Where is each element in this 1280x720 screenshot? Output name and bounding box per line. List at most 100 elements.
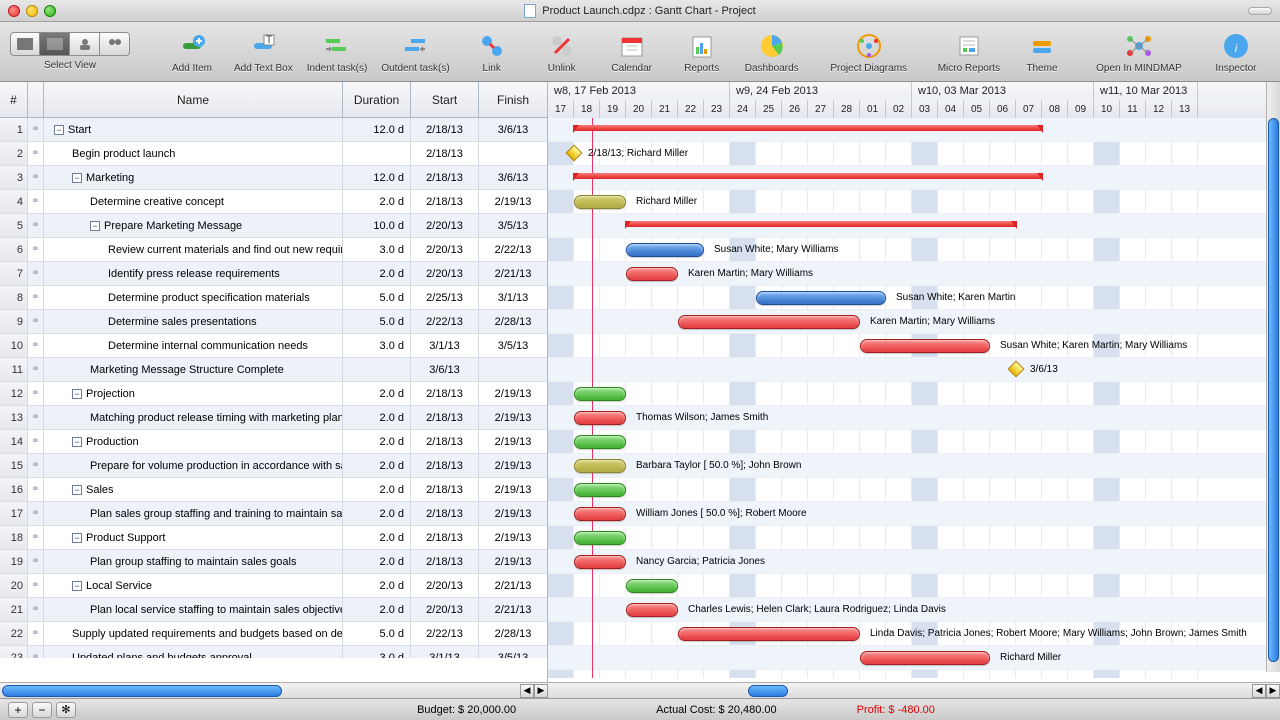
task-name-cell[interactable]: −Product Support bbox=[44, 526, 343, 549]
table-row[interactable]: 1⚭−Start12.0 d2/18/133/6/13 bbox=[0, 118, 547, 142]
start-cell[interactable]: 2/20/13 bbox=[411, 598, 479, 621]
collapse-icon[interactable]: − bbox=[72, 437, 82, 447]
finish-cell[interactable]: 3/1/13 bbox=[479, 286, 547, 309]
table-row[interactable]: 9⚭Determine sales presentations5.0 d2/22… bbox=[0, 310, 547, 334]
task-name-cell[interactable]: −Marketing bbox=[44, 166, 343, 189]
table-row[interactable]: 3⚭−Marketing12.0 d2/18/133/6/13 bbox=[0, 166, 547, 190]
duration-cell[interactable]: 2.0 d bbox=[343, 406, 411, 429]
finish-cell[interactable]: 2/19/13 bbox=[479, 454, 547, 477]
task-name-cell[interactable]: Plan local service staffing to maintain … bbox=[44, 598, 343, 621]
gantt-bar[interactable] bbox=[626, 579, 678, 593]
task-name-cell[interactable]: −Projection bbox=[44, 382, 343, 405]
col-header-finish[interactable]: Finish bbox=[479, 82, 547, 117]
task-name-cell[interactable]: Begin product launch bbox=[44, 142, 343, 165]
duration-cell[interactable]: 2.0 d bbox=[343, 502, 411, 525]
duration-cell[interactable]: 2.0 d bbox=[343, 454, 411, 477]
gantt-bar[interactable] bbox=[574, 435, 626, 449]
toolbar-theme[interactable]: Theme bbox=[1014, 29, 1070, 74]
gantt-bar[interactable] bbox=[574, 507, 626, 521]
gantt-chart[interactable]: w8, 17 Feb 2013w9, 24 Feb 2013w10, 03 Ma… bbox=[548, 82, 1280, 682]
start-cell[interactable]: 2/22/13 bbox=[411, 622, 479, 645]
task-name-cell[interactable]: Supply updated requirements and budgets … bbox=[44, 622, 343, 645]
task-name-cell[interactable]: Determine sales presentations bbox=[44, 310, 343, 333]
view-resource-button[interactable] bbox=[70, 32, 100, 56]
table-row[interactable]: 2⚭Begin product launch2/18/13 bbox=[0, 142, 547, 166]
start-cell[interactable]: 2/18/13 bbox=[411, 166, 479, 189]
duration-cell[interactable]: 10.0 d bbox=[343, 214, 411, 237]
collapse-icon[interactable]: − bbox=[72, 485, 82, 495]
toolbar-add-text-box[interactable]: TAdd Text Box bbox=[234, 29, 293, 74]
start-cell[interactable]: 2/20/13 bbox=[411, 214, 479, 237]
finish-cell[interactable]: 2/19/13 bbox=[479, 382, 547, 405]
gantt-bar[interactable] bbox=[756, 291, 886, 305]
table-row[interactable]: 19⚭Plan group staffing to maintain sales… bbox=[0, 550, 547, 574]
start-cell[interactable]: 2/18/13 bbox=[411, 526, 479, 549]
collapse-icon[interactable]: − bbox=[54, 125, 64, 135]
gantt-bar[interactable] bbox=[860, 651, 990, 665]
duration-cell[interactable]: 3.0 d bbox=[343, 646, 411, 658]
gantt-bar[interactable] bbox=[574, 195, 626, 209]
finish-cell[interactable]: 2/28/13 bbox=[479, 622, 547, 645]
table-row[interactable]: 12⚭−Projection2.0 d2/18/132/19/13 bbox=[0, 382, 547, 406]
duration-cell[interactable]: 12.0 d bbox=[343, 118, 411, 141]
col-header-link[interactable] bbox=[28, 82, 44, 117]
duration-cell[interactable]: 5.0 d bbox=[343, 310, 411, 333]
view-gantt-button[interactable] bbox=[40, 32, 70, 56]
task-name-cell[interactable]: Determine creative concept bbox=[44, 190, 343, 213]
col-header-duration[interactable]: Duration bbox=[343, 82, 411, 117]
start-cell[interactable]: 3/1/13 bbox=[411, 334, 479, 357]
duration-cell[interactable]: 5.0 d bbox=[343, 286, 411, 309]
gantt-bar[interactable] bbox=[626, 267, 678, 281]
finish-cell[interactable]: 3/6/13 bbox=[479, 118, 547, 141]
finish-cell[interactable]: 3/5/13 bbox=[479, 214, 547, 237]
finish-cell[interactable] bbox=[479, 358, 547, 381]
finish-cell[interactable]: 3/5/13 bbox=[479, 334, 547, 357]
finish-cell[interactable]: 2/21/13 bbox=[479, 574, 547, 597]
vertical-scrollbar[interactable] bbox=[1266, 82, 1280, 672]
finish-cell[interactable]: 2/19/13 bbox=[479, 430, 547, 453]
toolbar-micro-reports[interactable]: Micro Reports bbox=[938, 29, 1000, 74]
finish-cell[interactable]: 3/6/13 bbox=[479, 166, 547, 189]
hscroll-right-arrow[interactable]: ▶ bbox=[1266, 684, 1280, 698]
duration-cell[interactable]: 2.0 d bbox=[343, 478, 411, 501]
duration-cell[interactable] bbox=[343, 142, 411, 165]
table-row[interactable]: 11⚭Marketing Message Structure Complete3… bbox=[0, 358, 547, 382]
duration-cell[interactable]: 2.0 d bbox=[343, 430, 411, 453]
collapse-icon[interactable]: − bbox=[72, 533, 82, 543]
finish-cell[interactable]: 2/22/13 bbox=[479, 238, 547, 261]
table-row[interactable]: 7⚭Identify press release requirements2.0… bbox=[0, 262, 547, 286]
task-name-cell[interactable]: Determine product specification material… bbox=[44, 286, 343, 309]
hscroll-right-arrow[interactable]: ▶ bbox=[534, 684, 548, 698]
finish-cell[interactable] bbox=[479, 142, 547, 165]
table-row[interactable]: 15⚭Prepare for volume production in acco… bbox=[0, 454, 547, 478]
start-cell[interactable]: 2/22/13 bbox=[411, 310, 479, 333]
hscroll-left-arrow[interactable]: ◀ bbox=[1252, 684, 1266, 698]
table-row[interactable]: 18⚭−Product Support2.0 d2/18/132/19/13 bbox=[0, 526, 547, 550]
gantt-bar[interactable] bbox=[574, 483, 626, 497]
start-cell[interactable]: 3/6/13 bbox=[411, 358, 479, 381]
finish-cell[interactable]: 2/21/13 bbox=[479, 262, 547, 285]
task-name-cell[interactable]: Plan sales group staffing and training t… bbox=[44, 502, 343, 525]
duration-cell[interactable]: 2.0 d bbox=[343, 550, 411, 573]
task-name-cell[interactable]: −Local Service bbox=[44, 574, 343, 597]
toolbar-calendar[interactable]: Calendar bbox=[604, 29, 660, 74]
col-header-start[interactable]: Start bbox=[411, 82, 479, 117]
left-hscroll[interactable]: ◀ ▶ bbox=[0, 682, 548, 698]
duration-cell[interactable]: 2.0 d bbox=[343, 262, 411, 285]
task-name-cell[interactable]: Determine internal communication needs bbox=[44, 334, 343, 357]
gantt-bar[interactable] bbox=[574, 555, 626, 569]
table-row[interactable]: 6⚭Review current materials and find out … bbox=[0, 238, 547, 262]
task-name-cell[interactable]: Plan group staffing to maintain sales go… bbox=[44, 550, 343, 573]
finish-cell[interactable]: 2/19/13 bbox=[479, 406, 547, 429]
duration-cell[interactable]: 5.0 d bbox=[343, 622, 411, 645]
start-cell[interactable]: 2/18/13 bbox=[411, 406, 479, 429]
table-row[interactable]: 10⚭Determine internal communication need… bbox=[0, 334, 547, 358]
start-cell[interactable]: 2/25/13 bbox=[411, 286, 479, 309]
duration-cell[interactable]: 2.0 d bbox=[343, 598, 411, 621]
toolbar-dashboards[interactable]: Dashboards bbox=[744, 29, 800, 74]
duration-cell[interactable]: 2.0 d bbox=[343, 190, 411, 213]
collapse-icon[interactable]: − bbox=[72, 173, 82, 183]
task-name-cell[interactable]: −Start bbox=[44, 118, 343, 141]
finish-cell[interactable]: 3/5/13 bbox=[479, 646, 547, 658]
toolbar-inspector[interactable]: iInspector bbox=[1208, 29, 1264, 74]
